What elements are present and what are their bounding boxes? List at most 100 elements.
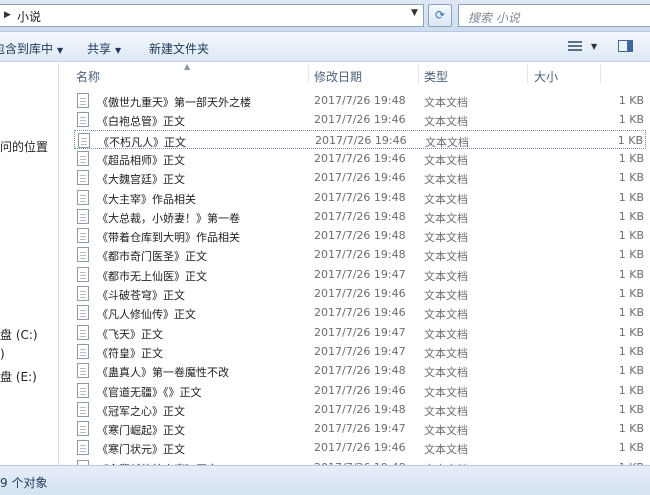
- file-type: 文本文档: [424, 250, 468, 264]
- file-size: 1 KB: [618, 402, 644, 416]
- new-folder-label: 新建文件夹: [149, 42, 210, 56]
- column-header-date[interactable]: 修改日期: [314, 68, 362, 85]
- file-list: 《傲世九重天》第一部天外之楼 2017/7/26 19:48 文本文档 1 KB 《白袍…: [60, 91, 650, 465]
- column-divider[interactable]: [600, 65, 601, 83]
- nav-item-drive-e[interactable]: 盘 (E:): [0, 368, 37, 385]
- breadcrumb-arrow-icon[interactable]: ▶: [4, 10, 11, 20]
- file-size: 1 KB: [618, 267, 644, 281]
- file-row[interactable]: 《金翡越的外交官》正文2017/7/26 19:48文本文档1 KB: [74, 458, 646, 465]
- search-placeholder: 搜索 小说: [468, 11, 520, 25]
- file-row[interactable]: 《带着仓库到大明》作品相关 2017/7/26 19:48 文本文档 1 KB: [74, 226, 646, 245]
- file-row[interactable]: 《官道无疆》《》正文 2017/7/26 19:46 文本文档 1 KB: [74, 381, 646, 400]
- file-name: 《符皇》正文: [97, 346, 163, 360]
- file-type: 文本文档: [424, 443, 468, 457]
- sort-ascending-icon: ▲: [184, 62, 191, 71]
- text-file-icon: [77, 170, 89, 186]
- refresh-icon: ⟳: [434, 8, 446, 22]
- file-row[interactable]: 《寒门崛起》正文 2017/7/26 19:47 文本文档 1 KB: [74, 419, 646, 438]
- command-toolbar: 包含到库中▼ 共享▼ 新建文件夹 ▼: [0, 32, 650, 62]
- breadcrumb-current-folder[interactable]: 小说: [17, 8, 41, 25]
- column-divider[interactable]: [308, 65, 309, 83]
- column-header-size[interactable]: 大小: [534, 68, 558, 85]
- include-in-library-button[interactable]: 包含到库中▼: [0, 40, 63, 57]
- text-file-icon: [77, 228, 89, 244]
- status-bar: 9 个对象: [0, 465, 650, 495]
- file-row[interactable]: 《冠军之心》正文 2017/7/26 19:48 文本文档 1 KB: [74, 400, 646, 419]
- text-file-icon: [77, 112, 89, 128]
- file-size: 1 KB: [617, 133, 643, 147]
- column-divider[interactable]: [527, 65, 528, 83]
- address-history-dropdown-icon[interactable]: ▼: [411, 8, 418, 18]
- file-modified-date: 2017/7/26 19:46: [314, 171, 406, 185]
- file-modified-date: 2017/7/26 19:48: [314, 229, 406, 243]
- search-input[interactable]: 搜索 小说: [458, 4, 650, 27]
- file-name: 《带着仓库到大明》作品相关: [97, 231, 240, 245]
- file-row[interactable]: 《斗破苍穹》正文 2017/7/26 19:46 文本文档 1 KB: [74, 284, 646, 303]
- nav-item-recent-places[interactable]: 问的位置: [0, 138, 48, 155]
- file-row[interactable]: 《飞天》正文 2017/7/26 19:47 文本文档 1 KB: [74, 323, 646, 342]
- file-size: 1 KB: [618, 229, 644, 243]
- file-modified-date: 2017/7/26 19:46: [314, 113, 406, 127]
- file-modified-date: 2017/7/26 19:48: [314, 209, 406, 223]
- refresh-button[interactable]: ⟳: [428, 4, 452, 27]
- file-type: 文本文档: [424, 424, 468, 438]
- file-row[interactable]: 《蛊真人》第一卷魔性不改 2017/7/26 19:48 文本文档 1 KB: [74, 361, 646, 380]
- text-file-icon: [77, 363, 89, 379]
- file-type: 文本文档: [424, 269, 468, 283]
- file-row[interactable]: 《白袍总管》正文 2017/7/26 19:46 文本文档 1 KB: [74, 110, 646, 129]
- text-file-icon: [77, 324, 89, 340]
- file-row[interactable]: 《大总裁，小娇妻！》第一卷 2017/7/26 19:48 文本文档 1 KB: [74, 207, 646, 226]
- address-bar-row: ▶ 小说 ▼ ⟳ 搜索 小说: [0, 0, 650, 32]
- view-options-chevron-icon[interactable]: ▼: [591, 42, 597, 51]
- navigation-pane: 问的位置 盘 (C:) ) 盘 (E:): [0, 63, 59, 465]
- column-header-name[interactable]: 名称: [76, 68, 100, 85]
- file-row[interactable]: 《都市奇门医圣》正文 2017/7/26 19:48 文本文档 1 KB: [74, 245, 646, 264]
- file-row[interactable]: 《不朽凡人》正文 2017/7/26 19:46 文本文档 1 KB: [74, 129, 646, 149]
- chevron-down-icon: ▼: [115, 46, 122, 55]
- text-file-icon: [77, 382, 89, 398]
- text-file-icon: [77, 266, 89, 282]
- include-in-library-label: 包含到库中: [0, 42, 54, 56]
- file-name: 《蛊真人》第一卷魔性不改: [97, 366, 229, 380]
- nav-item-drive-d[interactable]: ): [0, 347, 5, 361]
- address-bar[interactable]: ▶ 小说 ▼: [0, 4, 424, 27]
- column-divider[interactable]: [418, 65, 419, 83]
- text-file-icon: [77, 440, 89, 456]
- file-name: 《寒门崛起》正文: [97, 424, 185, 438]
- file-type: 文本文档: [424, 192, 468, 206]
- text-file-icon: [77, 286, 89, 301]
- text-file-icon: [77, 421, 89, 437]
- nav-item-drive-c[interactable]: 盘 (C:): [0, 326, 38, 343]
- file-row[interactable]: 《符皇》正文 2017/7/26 19:47 文本文档 1 KB: [74, 342, 646, 361]
- change-view-icon[interactable]: [568, 41, 582, 52]
- file-name: 《凡人修仙传》正文: [97, 308, 196, 322]
- file-name: 《大主宰》作品相关: [97, 192, 196, 206]
- file-type: 文本文档: [425, 135, 469, 149]
- item-count: 9 个对象: [0, 476, 48, 490]
- file-name: 《不朽凡人》正文: [98, 135, 186, 149]
- chevron-down-icon: ▼: [57, 46, 64, 55]
- file-row[interactable]: 《寒门状元》正文 2017/7/26 19:46 文本文档 1 KB: [74, 438, 646, 457]
- file-type: 文本文档: [424, 366, 468, 380]
- file-size: 1 KB: [618, 325, 644, 339]
- file-size: 1 KB: [618, 190, 644, 204]
- file-row[interactable]: 《都市无上仙医》正文 2017/7/26 19:47 文本文档 1 KB: [74, 265, 646, 284]
- file-type: 文本文档: [424, 385, 468, 399]
- file-size: 1 KB: [618, 171, 644, 185]
- file-row[interactable]: 《超品相师》正文 2017/7/26 19:46 文本文档 1 KB: [74, 149, 646, 168]
- file-size: 1 KB: [618, 364, 644, 378]
- file-size: 1 KB: [618, 248, 644, 262]
- file-row[interactable]: 《傲世九重天》第一部天外之楼 2017/7/26 19:48 文本文档 1 KB: [74, 91, 646, 110]
- new-folder-button[interactable]: 新建文件夹: [149, 40, 209, 57]
- file-modified-date: 2017/7/26 19:47: [314, 267, 406, 281]
- share-button[interactable]: 共享 ▼: [87, 40, 121, 57]
- file-modified-date: 2017/7/26 19:48: [314, 94, 406, 107]
- file-row[interactable]: 《凡人修仙传》正文 2017/7/26 19:46 文本文档 1 KB: [74, 303, 646, 322]
- file-name: 《飞天》正文: [97, 327, 163, 341]
- preview-pane-icon[interactable]: [618, 40, 633, 52]
- column-header-type[interactable]: 类型: [424, 68, 448, 85]
- file-row[interactable]: 《大魏宫廷》正文 2017/7/26 19:46 文本文档 1 KB: [74, 168, 646, 187]
- file-type: 文本文档: [424, 96, 468, 109]
- file-row[interactable]: 《大主宰》作品相关 2017/7/26 19:48 文本文档 1 KB: [74, 188, 646, 207]
- file-modified-date: 2017/7/26 19:46: [314, 287, 406, 300]
